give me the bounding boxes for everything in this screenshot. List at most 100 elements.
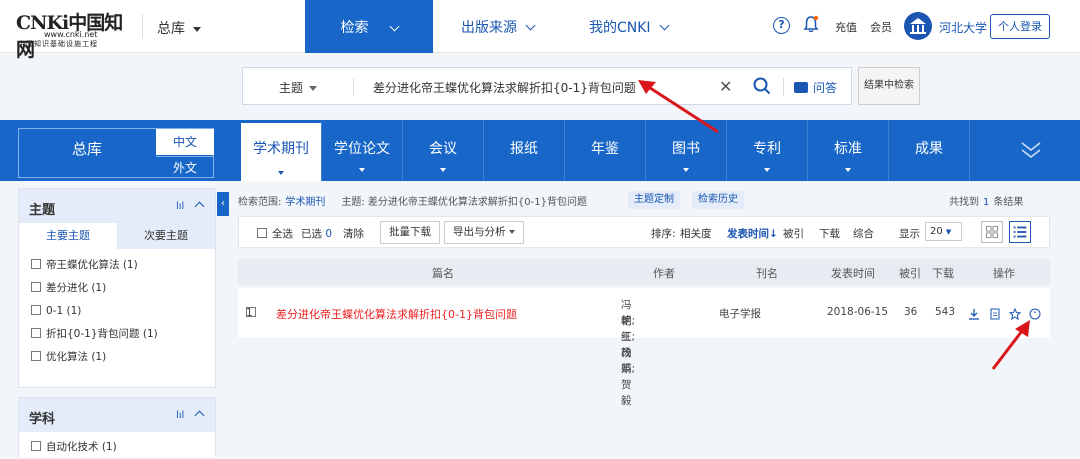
nav-publication-source[interactable]: 出版来源: [461, 17, 536, 37]
cited-count[interactable]: 36: [904, 306, 917, 318]
chevron-up-icon[interactable]: [194, 201, 205, 212]
nav-search[interactable]: 检索: [305, 0, 433, 53]
total-library-box: 总库 中文 外文: [18, 128, 214, 178]
database-select[interactable]: 总库: [157, 18, 201, 38]
facet-item[interactable]: 差分进化 (1): [19, 277, 215, 300]
tab-label: 专利: [753, 141, 781, 157]
bar-chart-icon[interactable]: lıl: [176, 410, 184, 421]
facet-item[interactable]: 优化算法 (1): [19, 346, 215, 369]
col-author: 作者: [653, 267, 675, 280]
subtab-secondary-topic[interactable]: 次要主题: [117, 223, 215, 249]
member-link[interactable]: 会员: [870, 19, 892, 35]
search-icon[interactable]: [753, 77, 771, 95]
cnki-logo[interactable]: CNKi中国知网 www.cnki.net 中国知识基础设施工程: [16, 8, 134, 61]
tab-achievements[interactable]: 成果: [889, 120, 970, 181]
facet-title: 学科: [29, 412, 56, 427]
authors-line2: 朝;王改革: [621, 315, 636, 375]
download-icon[interactable]: [968, 308, 980, 320]
tab-standards[interactable]: 标准: [808, 120, 889, 181]
facet-item[interactable]: 自动化技术 (1): [19, 436, 215, 459]
checkbox[interactable]: [31, 305, 41, 315]
tab-label: 年鉴: [591, 141, 619, 157]
checkbox[interactable]: [31, 282, 41, 292]
selected-label: 已选: [301, 228, 322, 240]
quote-icon[interactable]: ”: [1029, 308, 1041, 320]
facet-item-label: 折扣{0-1}背包问题 (1): [46, 328, 158, 340]
personal-login-button[interactable]: 个人登录: [990, 14, 1050, 39]
chevron-up-icon[interactable]: [194, 410, 205, 421]
sort-by-date[interactable]: 发表时间↓: [727, 226, 778, 241]
checkbox[interactable]: [31, 351, 41, 361]
facet-item[interactable]: 帝王蝶优化算法 (1): [19, 254, 215, 277]
facet-header: 学科 lıl: [19, 398, 215, 432]
search-scope: 检索范围: 学术期刊 主题: 差分进化帝王蝶优化算法求解折扣{0-1}背包问题: [238, 193, 597, 208]
facet-panel-topic: 主题 lıl 主要主题 次要主题 帝王蝶优化算法 (1) 差分进化 (1) 0-1…: [18, 188, 216, 388]
facet-item[interactable]: 折扣{0-1}背包问题 (1): [19, 323, 215, 346]
facet-item-label: 帝王蝶优化算法 (1): [46, 259, 138, 271]
search-field-select[interactable]: 主题: [279, 79, 318, 96]
select-all[interactable]: 全选: [257, 226, 293, 241]
sort-download[interactable]: 下载: [819, 226, 840, 241]
search-input[interactable]: 差分进化帝王蝶优化算法求解折扣{0-1}背包问题: [373, 79, 636, 96]
sort-relevance[interactable]: 相关度: [680, 226, 712, 241]
checkbox[interactable]: [31, 259, 41, 269]
facet-panel-subject: 学科 lıl 自动化技术 (1): [18, 397, 216, 457]
sort-date-label: 发表时间: [727, 228, 769, 240]
grid-view-icon[interactable]: [981, 221, 1003, 243]
foreign-toggle[interactable]: 外文: [156, 156, 214, 178]
tab-label: 会议: [429, 141, 457, 157]
chinese-toggle[interactable]: 中文: [156, 129, 214, 155]
divider: [783, 78, 784, 96]
export-analysis-button[interactable]: 导出与分析: [444, 221, 524, 244]
select-all-label: 全选: [272, 228, 293, 240]
caret-down-icon: [440, 168, 446, 172]
html-read-icon[interactable]: [989, 308, 1001, 320]
list-view-icon[interactable]: [1009, 221, 1031, 243]
tab-patents[interactable]: 专利: [727, 120, 808, 181]
tab-conferences[interactable]: 会议: [403, 120, 484, 181]
double-chevron-down-icon[interactable]: [1020, 139, 1042, 161]
divider: [142, 14, 143, 38]
checkbox[interactable]: [31, 441, 41, 451]
journal-link[interactable]: 电子学报: [719, 306, 761, 321]
clear-icon[interactable]: ✕: [719, 77, 732, 96]
total-library-button[interactable]: 总库: [19, 129, 155, 177]
tab-books[interactable]: 图书: [646, 120, 727, 181]
facet-item[interactable]: 0-1 (1): [19, 300, 215, 323]
display-label: 显示: [899, 228, 920, 240]
star-icon[interactable]: [1009, 308, 1021, 320]
chat-icon: [794, 82, 808, 93]
sort-composite[interactable]: 综合: [853, 226, 874, 241]
tab-theses[interactable]: 学位论文: [322, 120, 403, 181]
caret-down-icon: [764, 168, 770, 172]
tab-journals[interactable]: 学术期刊: [241, 120, 322, 181]
results-toolbar: 全选 已选 0 清除 批量下载 导出与分析 排序: 相关度 发表时间↓ 被引 下…: [238, 216, 1050, 248]
caret-down-icon: [508, 230, 515, 234]
qa-button[interactable]: 问答: [794, 79, 837, 96]
tab-newspapers[interactable]: 报纸: [484, 120, 565, 181]
batch-download-button[interactable]: 批量下载: [380, 221, 440, 244]
checkbox[interactable]: [257, 228, 267, 238]
database-tabs: 学术期刊 学位论文 会议 报纸 年鉴 图书 专利 标准 成果: [241, 120, 970, 181]
question-circle-icon[interactable]: ?: [773, 17, 790, 34]
bar-chart-icon[interactable]: lıl: [176, 201, 184, 212]
search-within-results-button[interactable]: 结果中检索: [858, 67, 920, 105]
topic-custom-button[interactable]: 主题定制: [628, 191, 680, 209]
article-title-link[interactable]: 差分进化帝王蝶优化算法求解折扣{0-1}背包问题: [276, 306, 517, 322]
tab-label: 报纸: [510, 141, 538, 157]
arrow-down-icon: ↓: [769, 228, 778, 240]
search-bar: 主题 差分进化帝王蝶优化算法求解折扣{0-1}背包问题 ✕ 问答: [242, 67, 852, 105]
tab-yearbooks[interactable]: 年鉴: [565, 120, 646, 181]
subtab-main-topic[interactable]: 主要主题: [19, 223, 117, 249]
bell-icon[interactable]: [803, 15, 819, 33]
checkbox[interactable]: [31, 328, 41, 338]
clear-selection-link[interactable]: 清除: [343, 226, 364, 241]
recharge-link[interactable]: 充值: [835, 19, 857, 35]
collapse-sidebar-button[interactable]: ‹: [217, 192, 229, 216]
sort-cited[interactable]: 被引: [783, 226, 804, 241]
nav-my-cnki[interactable]: 我的CNKI: [589, 17, 670, 37]
institution-name[interactable]: 河北大学: [939, 19, 987, 36]
col-date: 发表时间: [831, 267, 875, 280]
page-size-select[interactable]: 20 ▼: [925, 222, 962, 241]
search-history-button[interactable]: 检索历史: [692, 191, 744, 209]
